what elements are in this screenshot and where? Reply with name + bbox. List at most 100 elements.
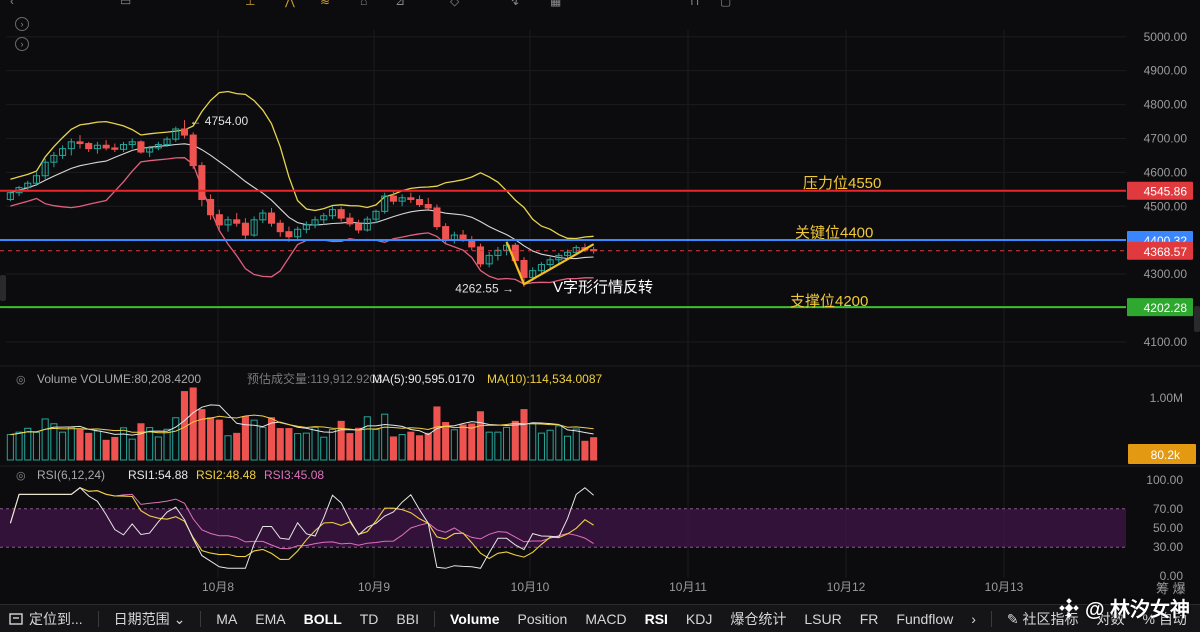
- date-axis-tick: 10月11: [669, 580, 707, 594]
- trading-chart-screen: 5000.00 4900.00 4800.00 4700.00 4600.00 4500.…: [0, 0, 1200, 632]
- candle-body: [215, 214, 223, 226]
- volume-bar: [529, 423, 537, 461]
- chart-canvas[interactable]: 5000.00 4900.00 4800.00 4700.00 4600.00 4500.…: [0, 0, 1200, 604]
- main-indicator-ema[interactable]: EMA: [246, 611, 294, 627]
- expand-icon[interactable]: ›: [15, 17, 29, 31]
- main-indicator-bbi[interactable]: BBI: [387, 611, 428, 627]
- candle-body: [520, 259, 528, 278]
- toolbar-tool-icon[interactable]: ⌂: [360, 0, 367, 8]
- volume-bar: [328, 429, 337, 461]
- volume-bar: [172, 417, 180, 461]
- candle-body: [207, 198, 215, 216]
- left-scroll-handle[interactable]: [0, 275, 6, 301]
- locate-label: 定位到...: [29, 610, 83, 627]
- volume-bar: [511, 420, 519, 461]
- candle-body: [189, 134, 197, 167]
- corner-label[interactable]: 筹 爆: [1156, 578, 1186, 597]
- layout-icon[interactable]: ▭: [120, 0, 131, 8]
- volume-bar: [555, 425, 563, 461]
- volume-bar: [163, 428, 171, 461]
- sub-indicator-kdj[interactable]: KDJ: [677, 611, 721, 627]
- volume-bar: [102, 439, 110, 461]
- volume-bar: [119, 427, 128, 461]
- toolbar-tool-icon[interactable]: ≋: [320, 0, 330, 8]
- candle-body: [346, 217, 354, 225]
- high-price-label: ← 4754.00: [189, 114, 248, 128]
- volume-bar: [398, 434, 406, 461]
- toolbar-tool-icon[interactable]: ↯: [510, 0, 520, 8]
- main-indicator-ma[interactable]: MA: [207, 611, 246, 627]
- volume-bar: [459, 424, 467, 461]
- sub-indicator-fr[interactable]: FR: [851, 611, 888, 627]
- volume-bar: [433, 406, 441, 461]
- date-range-button[interactable]: 日期范围 ⌄: [105, 609, 195, 629]
- toolbar-tool-icon[interactable]: ⊿: [395, 0, 405, 8]
- volume-bar: [572, 428, 580, 461]
- candle-body: [433, 207, 441, 228]
- date-axis-tick: 10月12: [827, 580, 866, 594]
- main-indicator-td[interactable]: TD: [351, 611, 388, 627]
- volume-bar: [67, 426, 75, 461]
- locate-button[interactable]: 定位到...: [0, 609, 92, 629]
- price-axis-tick: 4100.00: [1144, 335, 1188, 349]
- rsi1-value: RSI1:54.88: [128, 468, 188, 482]
- sub-indicator-lsur[interactable]: LSUR: [795, 611, 850, 627]
- price-tag-label: 4368.57: [1144, 245, 1188, 259]
- volume-bar: [154, 436, 162, 461]
- candle-body: [85, 143, 93, 150]
- candle-body: [102, 144, 110, 149]
- volume-bar: [41, 418, 49, 461]
- volume-bar: [590, 437, 598, 461]
- candle-body: [389, 195, 397, 202]
- volume-bar: [302, 432, 310, 461]
- toolbar-tool-icon[interactable]: ⊥: [245, 0, 255, 8]
- volume-bar: [85, 432, 93, 461]
- date-axis-tick: 10月9: [358, 580, 390, 594]
- rsi-title: RSI(6,12,24): [37, 468, 105, 482]
- candle-body: [267, 212, 276, 224]
- date-axis-tick: 10月10: [511, 580, 550, 594]
- resistance-annotation: 压力位4550: [803, 175, 881, 192]
- watermark-text: @ 林汐女神: [1084, 599, 1190, 621]
- volume-bar: [424, 432, 432, 461]
- sub-indicator-liquidation[interactable]: 爆仓统计: [721, 609, 795, 629]
- candle-body: [241, 222, 249, 236]
- volume-bar: [6, 434, 14, 461]
- expand-icon[interactable]: ›: [15, 37, 29, 51]
- toolbar-tool-icon[interactable]: ⋀: [285, 0, 295, 8]
- price-axis-tick: 4700.00: [1144, 131, 1188, 145]
- right-scroll-handle[interactable]: [1194, 306, 1200, 332]
- sub-indicator-position[interactable]: Position: [509, 611, 577, 627]
- candle-body: [137, 141, 145, 153]
- volume-bar: [520, 409, 528, 461]
- toolbar-tool-icon[interactable]: ▦: [550, 0, 561, 8]
- toolbar-tool-icon[interactable]: ◇: [450, 0, 459, 8]
- volume-bar: [537, 432, 545, 461]
- volume-bar: [233, 432, 241, 461]
- eye-icon: ◎: [16, 374, 26, 386]
- main-indicator-boll[interactable]: BOLL: [295, 611, 351, 627]
- volume-bar: [503, 426, 511, 461]
- sub-indicator-volume[interactable]: Volume: [441, 611, 509, 627]
- volume-bar: [442, 422, 450, 461]
- toolbar-tool-icon[interactable]: ▢: [720, 0, 731, 8]
- volume-bar: [198, 409, 206, 461]
- volume-bar: [215, 419, 223, 461]
- chevron-right-icon[interactable]: ›: [962, 611, 985, 627]
- volume-bar: [50, 423, 58, 461]
- price-axis-tick: 4500.00: [1144, 199, 1188, 213]
- volume-bar: [381, 413, 389, 461]
- price-axis-tick: 4300.00: [1144, 267, 1188, 281]
- volume-bar: [450, 429, 458, 461]
- sub-indicator-macd[interactable]: MACD: [576, 611, 635, 627]
- sub-indicator-rsi[interactable]: RSI: [636, 611, 677, 627]
- toolbar-tool-icon[interactable]: ⊓: [690, 0, 699, 8]
- candle-body: [407, 197, 415, 200]
- divider: [434, 610, 435, 627]
- candle-body: [76, 141, 84, 145]
- divider: [97, 610, 99, 627]
- volume-bar: [311, 426, 319, 461]
- candle-body: [180, 128, 189, 136]
- sub-indicator-fundflow[interactable]: Fundflow: [887, 611, 962, 627]
- back-icon[interactable]: ‹: [10, 0, 14, 8]
